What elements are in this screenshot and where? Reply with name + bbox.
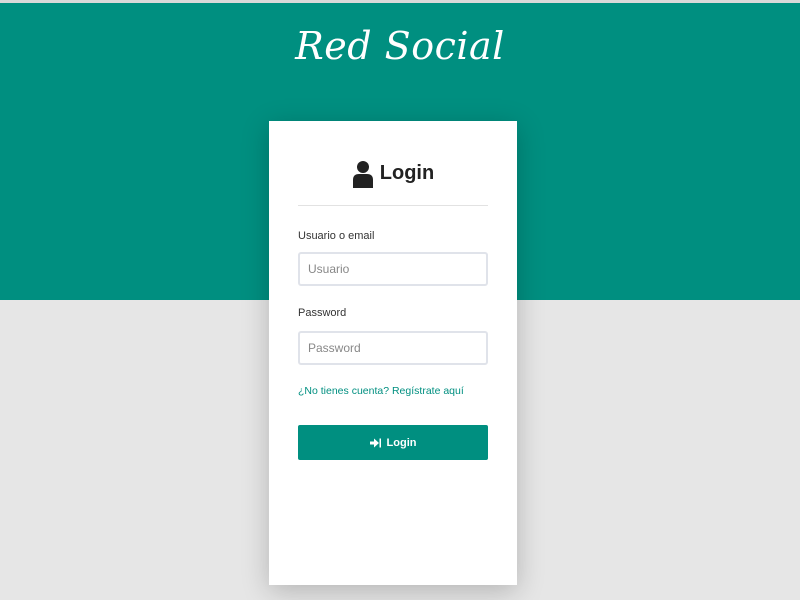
password-label: Password — [298, 307, 347, 319]
login-button-label: Login — [386, 436, 417, 449]
login-card-header: Login — [298, 159, 488, 206]
username-label: Usuario o email — [298, 230, 375, 242]
login-title: Login — [379, 162, 435, 184]
username-input[interactable] — [298, 252, 488, 286]
register-link[interactable]: ¿No tienes cuenta? Regístrate aquí — [298, 385, 464, 397]
login-button[interactable]: Login — [298, 425, 488, 460]
sign-in-icon — [369, 438, 381, 447]
user-icon — [352, 161, 373, 188]
page: Red Social Login Usuario o email Passwor… — [0, 0, 800, 600]
password-input[interactable] — [298, 331, 488, 365]
login-card: Login Usuario o email Password ¿No tiene… — [269, 121, 517, 585]
brand-title: Red Social — [295, 24, 505, 68]
